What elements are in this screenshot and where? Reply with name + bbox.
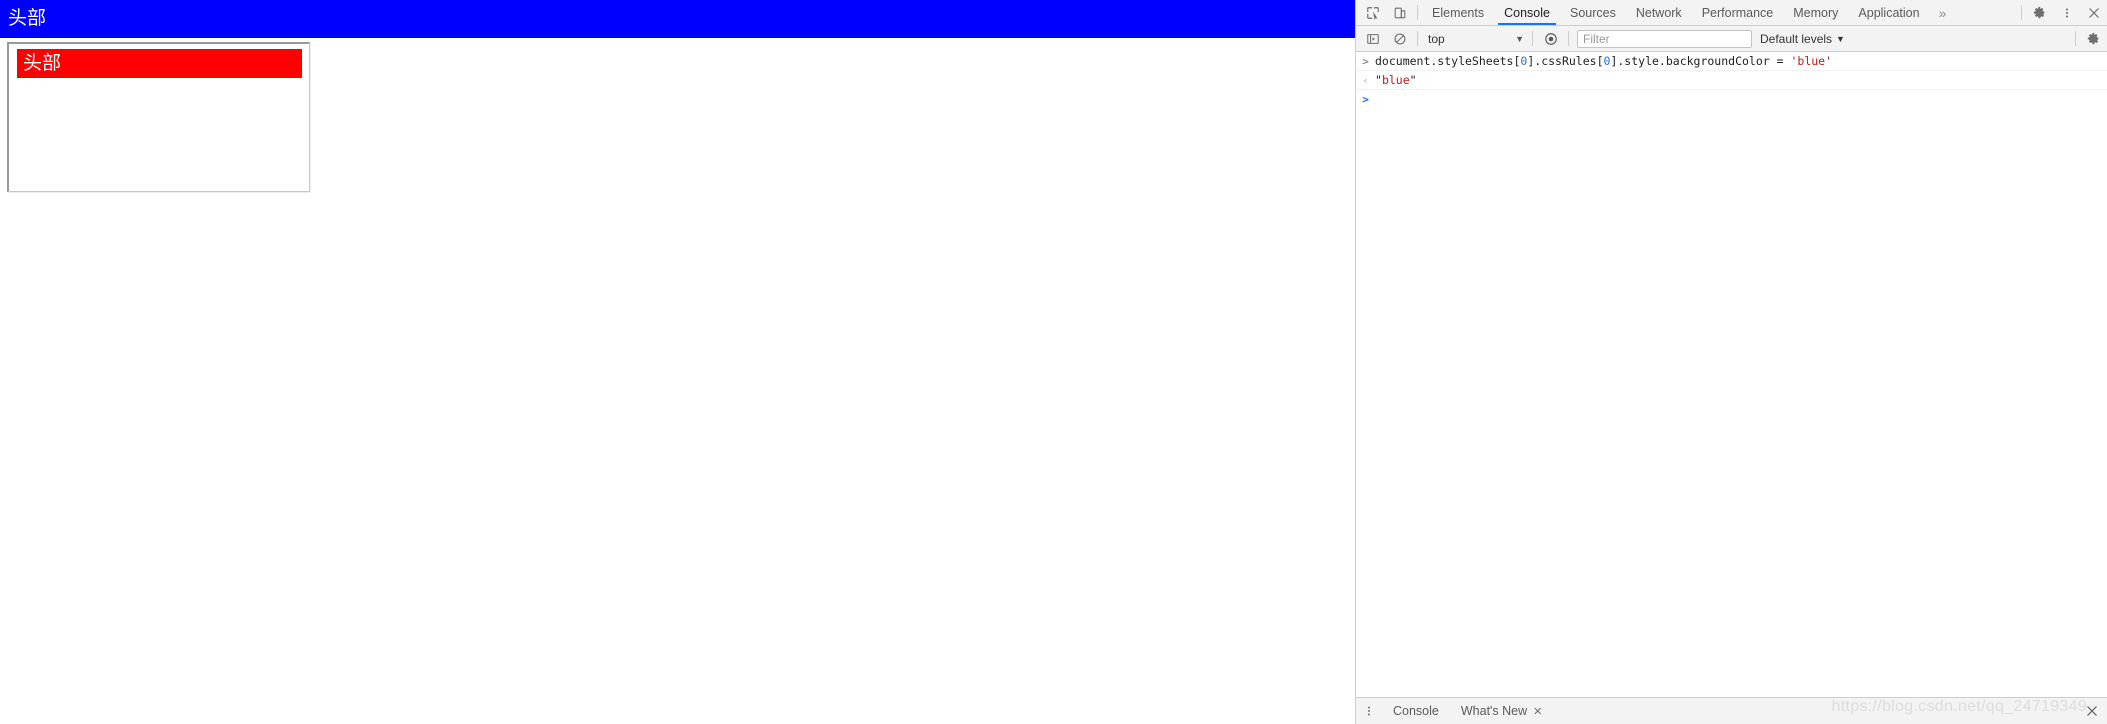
out-part: ": [1375, 73, 1382, 87]
console-toolbar-divider-4: [2075, 31, 2076, 46]
drawer-tab-whats-new-label: What's New: [1460, 704, 1528, 718]
drawer-tab-whats-new[interactable]: What's New ✕: [1450, 698, 1554, 724]
tab-memory-label: Memory: [1793, 5, 1839, 20]
console-filter-input[interactable]: [1577, 29, 1752, 48]
console-prompt-arrow-icon: >: [1362, 93, 1369, 106]
expr-part: ].cssRules[: [1527, 54, 1604, 68]
console-levels-label: Default levels: [1760, 31, 1833, 46]
clear-console-icon[interactable]: [1386, 26, 1413, 51]
drawer-kebab-menu-icon[interactable]: [1356, 698, 1382, 724]
console-toolbar: top ▼ Default levels ▼: [1356, 26, 2107, 52]
tab-application[interactable]: Application: [1848, 0, 1929, 25]
drawer-tab-console-label: Console: [1393, 704, 1439, 718]
tab-sources[interactable]: Sources: [1560, 0, 1626, 25]
console-row-input: > document.styleSheets[0].cssRules[0].st…: [1356, 52, 2107, 71]
console-sidebar-icon[interactable]: [1359, 26, 1386, 51]
expr-part: ].style.backgroundColor =: [1610, 54, 1791, 68]
console-context-select[interactable]: top ▼: [1422, 26, 1528, 51]
live-expression-icon[interactable]: [1537, 26, 1564, 51]
tab-sources-label: Sources: [1569, 5, 1616, 20]
drawer-tab-console[interactable]: Console: [1382, 698, 1450, 724]
page-blue-banner-text: 头部: [8, 7, 47, 29]
tab-memory[interactable]: Memory: [1783, 0, 1848, 25]
screenshot-root: 头部 头部 Elements Console Sources Network P…: [0, 0, 2107, 724]
console-settings-gear-icon[interactable]: [2080, 26, 2107, 51]
tab-performance[interactable]: Performance: [1692, 0, 1784, 25]
drawer-close-icon[interactable]: [2077, 698, 2107, 724]
tabs-overflow-chevron-icon[interactable]: »: [1930, 0, 1956, 25]
tab-console[interactable]: Console: [1494, 0, 1560, 25]
tab-performance-label: Performance: [1701, 5, 1774, 20]
chevron-down-icon-levels: ▼: [1836, 33, 1845, 44]
expr-part: document.styleSheets[: [1375, 54, 1521, 68]
console-toolbar-divider-3: [1568, 31, 1569, 46]
console-input-expression: document.styleSheets[0].cssRules[0].styl…: [1375, 54, 1832, 69]
devtools-drawer: Console What's New ✕ https://blog.csdn.n…: [1356, 697, 2107, 724]
drawer-spacer: [1553, 698, 2077, 724]
devtools-panel: Elements Console Sources Network Perform…: [1355, 0, 2107, 724]
tab-console-label: Console: [1504, 5, 1550, 20]
browser-page-viewport: 头部 头部: [0, 0, 1355, 724]
console-row-prompt[interactable]: >: [1356, 90, 2107, 110]
page-red-header: 头部: [17, 49, 302, 78]
devtools-tabstrip: Elements Console Sources Network Perform…: [1356, 0, 2107, 26]
console-toolbar-divider-1: [1417, 31, 1418, 46]
tabstrip-divider: [1417, 5, 1418, 20]
page-red-header-text: 头部: [23, 52, 62, 74]
gear-icon[interactable]: [2026, 0, 2053, 25]
console-output-value: "blue": [1375, 73, 1417, 88]
console-toolbar-divider-2: [1532, 31, 1533, 46]
console-input-arrow-icon: >: [1362, 55, 1369, 68]
console-row-output: ‹ "blue": [1356, 71, 2107, 90]
expr-part: 'blue': [1790, 54, 1833, 68]
tab-elements-label: Elements: [1432, 5, 1485, 20]
close-icon[interactable]: [2080, 0, 2107, 25]
chevron-down-icon: ▼: [1515, 33, 1524, 44]
tabstrip-spacer: [1955, 0, 2017, 25]
tab-network[interactable]: Network: [1626, 0, 1692, 25]
tabstrip-divider-right: [2021, 5, 2022, 20]
page-blue-banner: 头部: [0, 0, 1355, 38]
out-part: ": [1409, 73, 1417, 87]
device-toolbar-icon[interactable]: [1386, 0, 1413, 25]
drawer-tab-close-icon[interactable]: ✕: [1533, 705, 1542, 718]
console-context-value: top: [1428, 31, 1445, 46]
tab-elements[interactable]: Elements: [1422, 0, 1494, 25]
kebab-menu-icon[interactable]: [2053, 0, 2080, 25]
console-toolbar-spacer: [1853, 26, 2071, 51]
console-message-list[interactable]: > document.styleSheets[0].cssRules[0].st…: [1356, 52, 2107, 697]
page-outer-container: 头部: [7, 42, 310, 192]
tabs-overflow-label: »: [1938, 4, 1947, 21]
inspect-element-icon[interactable]: [1359, 0, 1386, 25]
out-part: blue: [1381, 73, 1410, 87]
tab-network-label: Network: [1635, 5, 1682, 20]
tab-application-label: Application: [1858, 5, 1920, 20]
console-levels-select[interactable]: Default levels ▼: [1752, 26, 1853, 51]
console-output-arrow-icon: ‹: [1362, 74, 1369, 87]
